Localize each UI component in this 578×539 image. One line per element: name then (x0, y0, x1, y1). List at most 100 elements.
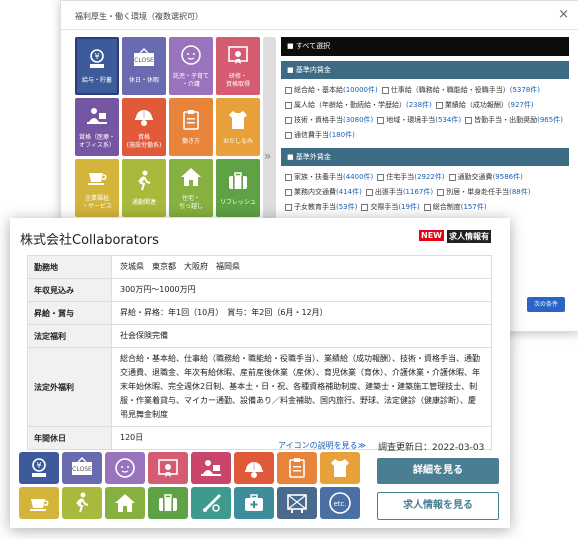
company-card: 株式会社Collaborators NEW 求人情報有 勤務地 茨城県 東京都 大… (10, 218, 510, 528)
option-count: (238件) (406, 101, 432, 109)
option-checkbox[interactable]: 家族・扶養手当(4400件) (285, 170, 373, 185)
option-count: (1167件) (402, 188, 434, 196)
svg-text:CLOSE: CLOSE (72, 466, 92, 473)
category-tile[interactable]: 資格 (施設労働系) (122, 98, 166, 156)
option-checkbox[interactable]: 出張手当(1167件) (365, 185, 434, 200)
category-tile[interactable]: おだしなみ (216, 98, 260, 156)
category-tile-label: 企業福祉 ・サービス (81, 195, 112, 210)
detail-button[interactable]: 詳細を見る (377, 458, 499, 484)
info-row: 勤務地 茨城県 東京都 大阪府 福岡県 (27, 255, 492, 279)
checkbox[interactable] (285, 203, 292, 211)
svg-text:¥: ¥ (94, 52, 99, 61)
company-name[interactable]: 株式会社Collaborators (20, 229, 159, 248)
option-label: 地域・環境手当 (386, 116, 436, 124)
checkbox[interactable] (381, 86, 389, 94)
updated-date: 調査更新日：2022-03-03 (378, 443, 485, 453)
option-count: (9586件) (492, 173, 523, 181)
category-tile[interactable]: 住宅・ 引っ越し (169, 159, 213, 217)
option-label: 属人給（年齢給・勤続給・学歴給） (294, 101, 406, 109)
checkbox[interactable] (365, 188, 373, 196)
category-tile-label: 託児・子育て ・介護 (172, 73, 209, 88)
baseball-bat-icon (191, 487, 231, 519)
category-tile[interactable]: リフレッシュ (216, 159, 260, 217)
clipboard-icon (179, 108, 203, 136)
checkbox[interactable] (285, 101, 292, 109)
option-checkbox[interactable]: 業績給（成功報酬）(927件) (435, 98, 534, 113)
office-worker-icon (191, 452, 231, 484)
info-value: 昇給・昇格：年1回（10月） 賞与：年2回（6月・12月） (111, 301, 492, 325)
info-label: 勤務地 (27, 255, 112, 279)
checkbox[interactable] (448, 173, 456, 181)
info-label: 法定外福利 (27, 347, 112, 427)
option-count: (10000件) (343, 86, 378, 94)
expand-arrow-icon[interactable]: » (264, 149, 271, 163)
info-label: 年収見込み (27, 278, 112, 302)
option-count: (180件) (329, 131, 355, 139)
icon-help-link[interactable]: アイコンの説明を見る≫ (278, 440, 366, 451)
info-row: 法定福利 社会保険完備 (27, 324, 492, 348)
category-tile[interactable]: 賞格（医療・ オフィス系） (75, 98, 119, 156)
svg-text:etc.: etc. (333, 500, 346, 508)
shirt-icon (226, 108, 250, 136)
category-tile-label: 働き方 (181, 138, 200, 145)
option-checkbox[interactable]: 通勤交通費(9586件) (448, 170, 523, 185)
option-checkbox[interactable]: 仕事給（職務給・職能給・役職手当）(5378件) (381, 83, 541, 98)
option-label: 家族・扶養手当 (294, 173, 343, 181)
option-checkbox[interactable]: 地域・環境手当(534件) (377, 113, 461, 128)
option-checkbox[interactable]: 別居・単身赴任手当(88件) (437, 185, 530, 200)
section-header[interactable]: ■ 基準内賃金 (281, 61, 569, 79)
office-worker-icon (85, 104, 109, 132)
option-count: (4400件) (343, 173, 374, 181)
option-count: (2922件) (414, 173, 445, 181)
option-checkbox[interactable]: 属人給（年齢給・勤続給・学歴給）(238件) (285, 98, 432, 113)
category-tile-label: 住宅・ 引っ越し (178, 195, 203, 210)
category-tile[interactable]: 通勤関連 (122, 159, 166, 217)
checkbox[interactable] (285, 173, 292, 181)
option-count: (414件) (336, 188, 362, 196)
close-sign-icon: CLOSE (132, 47, 156, 75)
category-tile-label: 給与・貯蓄 (81, 77, 112, 84)
category-tile-label: 通勤関連 (131, 199, 156, 206)
etc-icon: etc. (320, 487, 360, 519)
option-checkbox[interactable]: 皆勤手当・出勤奨励(965件) (465, 113, 563, 128)
option-label: 業績給（成功報酬） (444, 101, 508, 109)
category-tile[interactable]: CLOSE 休日・休暇 (122, 37, 166, 95)
category-tile[interactable]: 託児・子育て ・介護 (169, 37, 213, 95)
option-checkbox[interactable]: 総合制度(157件) (423, 200, 487, 215)
option-label: 皆勤手当・出勤奨励 (474, 116, 538, 124)
close-icon[interactable]: × (558, 7, 569, 22)
select-all-button[interactable]: ■ すべて選択 (281, 37, 569, 56)
checkbox[interactable] (285, 188, 292, 196)
checkbox[interactable] (465, 116, 473, 124)
certificate-icon (226, 43, 250, 71)
helmet-icon (234, 452, 274, 484)
option-checkbox[interactable]: 住宅手当(2922件) (377, 170, 445, 185)
notice-board-icon (277, 487, 317, 519)
option-checkbox[interactable]: 総合給・基本給(10000件) (285, 83, 378, 98)
checkbox[interactable] (361, 203, 369, 211)
checkbox[interactable] (285, 131, 292, 139)
category-tile[interactable]: 働き方 (169, 98, 213, 156)
next-condition-button[interactable]: 次の条件 (527, 297, 565, 312)
checkbox[interactable] (377, 116, 385, 124)
category-tile[interactable]: 研修・ 資格取得 (216, 37, 260, 95)
section-header[interactable]: ■ 基準外賃金 (281, 148, 569, 166)
checkbox[interactable] (423, 203, 431, 211)
checkbox[interactable] (377, 173, 385, 181)
job-info-button[interactable]: 求人情報を見る (377, 492, 499, 520)
checkbox[interactable] (437, 188, 445, 196)
option-checkbox[interactable]: 通信費手当(180件) (285, 128, 355, 143)
category-tile[interactable]: 企業福祉 ・サービス (75, 159, 119, 217)
option-checkbox[interactable]: 交際手当(19件) (361, 200, 420, 215)
category-tile-label: おだしなみ (222, 138, 253, 145)
option-checkbox[interactable]: 業務内交通費(414件) (285, 185, 362, 200)
svg-text:¥: ¥ (36, 461, 41, 470)
checkbox[interactable] (285, 86, 292, 94)
option-checkbox[interactable]: 技術・資格手当(3080件) (285, 113, 373, 128)
modal-title: 福利厚生・働く環境（複数選択可） (75, 12, 203, 21)
option-checkbox[interactable]: 子女教育手当(53件) (285, 200, 357, 215)
option-count: (5378件) (509, 86, 541, 94)
category-tile[interactable]: ¥ 給与・貯蓄 (75, 37, 119, 95)
checkbox[interactable] (285, 116, 292, 124)
checkbox[interactable] (435, 101, 443, 109)
